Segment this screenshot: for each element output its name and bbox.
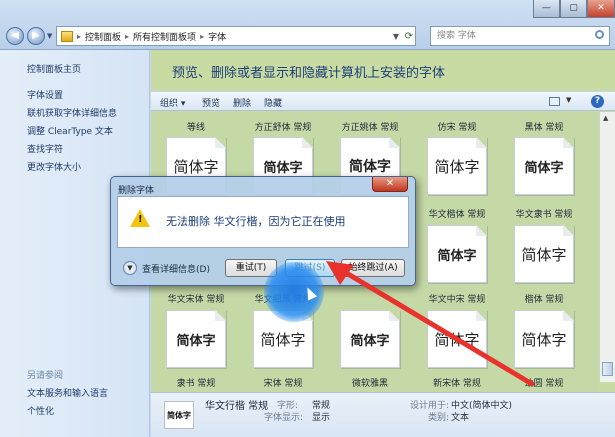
details-pane: 简体字 华文行楷 常规 字形: 常规 字体显示: 显示 设计用于: 中文(简体中…: [151, 392, 615, 437]
sidebar-link-find-char[interactable]: 查找字符: [27, 142, 63, 155]
refresh-icon[interactable]: ⟳: [405, 31, 413, 42]
page-title: 预览、删除或者显示和隐藏计算机上安装的字体: [172, 66, 446, 81]
back-button[interactable]: ◀: [6, 27, 24, 45]
font-label-stliti: 华文隶书 常规: [515, 210, 573, 220]
font-tile[interactable]: 简体字: [166, 310, 226, 368]
font-label-fangsong: 仿宋 常规: [437, 123, 477, 133]
font-label-yahei: 微软雅黑: [351, 379, 388, 389]
breadcrumb-all-items[interactable]: 所有控制面板项: [133, 30, 196, 43]
preview-button[interactable]: 预览: [202, 96, 220, 109]
exclamation-icon: !: [138, 214, 143, 225]
font-label-fzshuti: 方正舒体 常规: [254, 123, 312, 133]
font-tile[interactable]: 简体字: [514, 137, 574, 195]
chevron-right-icon: ▸: [77, 31, 82, 41]
dialog-body: ! 无法删除 华文行楷，因为它正在使用: [117, 196, 409, 248]
view-icon[interactable]: [549, 97, 560, 106]
sidebar-link-online-info[interactable]: 联机获取字体详细信息: [27, 106, 117, 119]
font-label-heiti: 黑体 常规: [524, 123, 564, 133]
sidebar-link-font-size[interactable]: 更改字体大小: [27, 160, 81, 173]
font-tile[interactable]: 简体字: [427, 310, 487, 368]
toolbar: 组织 ▾ 预览 删除 隐藏 ▼ ?: [151, 91, 615, 111]
chevron-down-icon[interactable]: ▼: [393, 32, 399, 41]
chevron-right-icon: ▸: [125, 31, 130, 41]
font-tile[interactable]: 简体字: [427, 137, 487, 195]
scrollbar-thumb[interactable]: [602, 362, 613, 376]
maximize-button[interactable]: ▢: [560, 0, 587, 18]
display-value: 显示: [312, 413, 331, 423]
font-label-stsong: 华文宋体 常规: [167, 295, 225, 305]
breadcrumb-fonts[interactable]: 字体: [208, 30, 226, 43]
font-label-nsimsun: 新宋体 常规: [433, 379, 481, 389]
organize-button[interactable]: 组织 ▾: [160, 96, 185, 109]
address-bar[interactable]: ▸ 控制面板 ▸ 所有控制面板项 ▸ 字体 ▼ ⟳: [56, 26, 416, 46]
help-icon[interactable]: ?: [591, 95, 604, 108]
sidebar-link-cleartype[interactable]: 调整 ClearType 文本: [27, 124, 113, 137]
category-value: 文本: [451, 413, 470, 423]
display-key: 字体显示:: [264, 413, 304, 423]
font-tile[interactable]: 简体字: [340, 310, 400, 368]
font-label-dengxian: 等线: [186, 123, 205, 133]
sidebar-link-text-services[interactable]: 文本服务和输入语言: [27, 386, 108, 399]
delete-button[interactable]: 删除: [233, 96, 251, 109]
arrow-right-icon: ▶: [32, 30, 40, 41]
font-tile[interactable]: 简体字: [427, 225, 487, 283]
show-details-link[interactable]: 查看详细信息(D): [142, 262, 210, 275]
minimize-button[interactable]: —: [533, 0, 560, 18]
font-label-stkaiti: 华文楷体 常规: [428, 210, 486, 220]
title-bar: — ▢ ✕ ◀ ▶ ▼ ▸ 控制面板 ▸ 所有控制面板项 ▸ 字体 ▼ ⟳ 搜索…: [0, 0, 615, 50]
delete-font-dialog: 删除字体 ✕ ! 无法删除 华文行楷，因为它正在使用 ▼ 查看详细信息(D) 重…: [110, 176, 416, 286]
search-placeholder: 搜索 字体: [437, 31, 476, 41]
close-window-button[interactable]: ✕: [587, 0, 615, 18]
font-name: 华文行楷 常规: [205, 401, 269, 412]
arrow-left-icon: ◀: [11, 30, 19, 41]
font-preview-thumbnail: 简体字: [164, 401, 194, 429]
dialog-footer: ▼ 查看详细信息(D) 重试(T) 跳过(S) 始终跳过(A): [117, 253, 409, 281]
chevron-down-icon[interactable]: ▼: [566, 96, 571, 104]
forward-button[interactable]: ▶: [27, 27, 45, 45]
font-label-stzhongsong: 华文中宋 常规: [428, 295, 486, 305]
font-label-songti: 宋体 常规: [263, 379, 303, 389]
font-tile[interactable]: 简体字: [514, 310, 574, 368]
recent-pages-dropdown[interactable]: ▼: [47, 32, 52, 40]
breadcrumb-control-panel[interactable]: 控制面板: [85, 30, 121, 43]
chevron-up-icon[interactable]: ▲: [603, 114, 608, 122]
vertical-scrollbar[interactable]: ▲: [599, 112, 615, 382]
search-icon: [595, 30, 604, 39]
sidebar-link-personalize[interactable]: 个性化: [27, 404, 54, 417]
font-label-kaiti: 楷体 常规: [524, 295, 564, 305]
font-tile[interactable]: 简体字: [514, 225, 574, 283]
dialog-close-button[interactable]: ✕: [372, 177, 408, 192]
category-key: 类别:: [428, 413, 450, 423]
hide-button[interactable]: 隐藏: [264, 96, 282, 109]
dialog-message: 无法删除 华文行楷，因为它正在使用: [166, 215, 346, 228]
see-also-heading: 另请参阅: [27, 371, 64, 381]
sidebar-home-link[interactable]: 控制面板主页: [27, 62, 81, 75]
font-label-lishu: 隶书 常规: [176, 379, 216, 389]
sidebar-link-font-settings[interactable]: 字体设置: [27, 88, 63, 101]
chevron-down-icon[interactable]: ▼: [123, 261, 137, 275]
font-label-fzyaoti: 方正姚体 常规: [341, 123, 399, 133]
search-input[interactable]: 搜索 字体: [430, 26, 610, 46]
skip-all-button[interactable]: 始终跳过(A): [341, 259, 405, 277]
dialog-title: 删除字体: [118, 186, 155, 196]
folder-icon: [61, 30, 73, 42]
chevron-right-icon: ▸: [200, 31, 205, 41]
font-label-youyuan: 幼圆 常规: [524, 379, 564, 389]
